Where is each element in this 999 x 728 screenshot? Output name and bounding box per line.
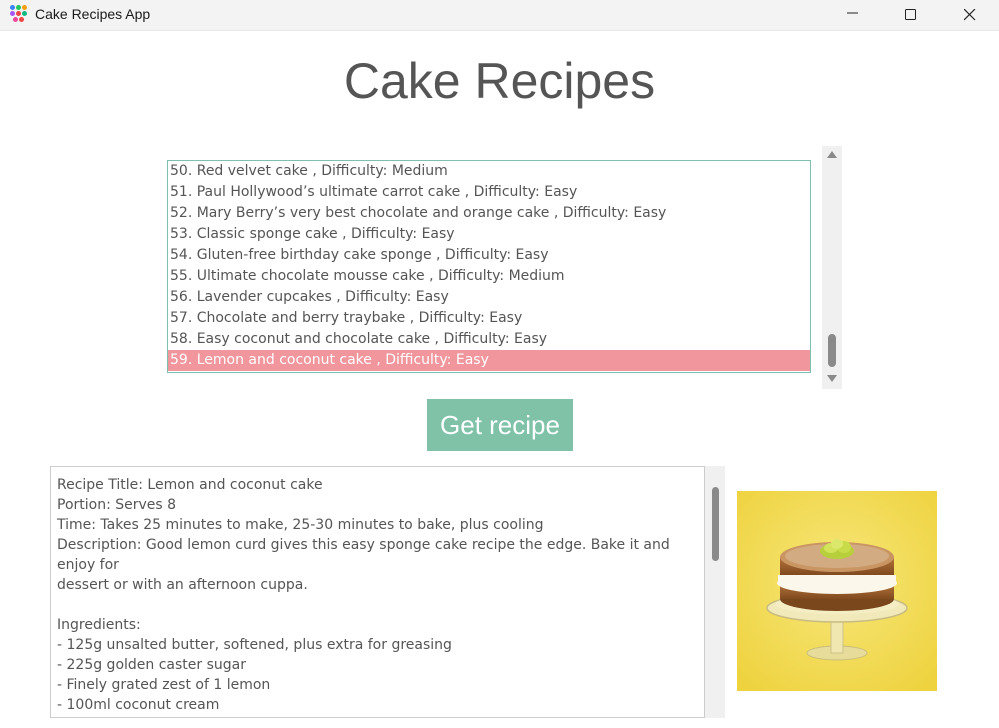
- list-item[interactable]: 59. Lemon and coconut cake , Difficulty:…: [168, 350, 810, 371]
- recipe-text-line: - 100ml coconut cream: [57, 697, 220, 713]
- recipe-text-line: Portion: Serves 8: [57, 497, 177, 513]
- window-title: Cake Recipes App: [35, 6, 151, 22]
- list-item[interactable]: 55. Ultimate chocolate mousse cake , Dif…: [168, 266, 810, 287]
- recipe-details-textbox[interactable]: Recipe Title: Lemon and coconut cake Port…: [50, 466, 705, 718]
- recipe-details-scrollbar[interactable]: [705, 466, 725, 718]
- recipe-text-line: Time: Takes 25 minutes to make, 25-30 mi…: [57, 517, 544, 533]
- recipe-list-scrollbar[interactable]: [822, 146, 842, 389]
- maximize-icon: [905, 9, 916, 20]
- list-item[interactable]: 51. Paul Hollywood’s ultimate carrot cak…: [168, 182, 810, 203]
- recipe-text-line: - 125g unsalted butter, softened, plus e…: [57, 637, 452, 653]
- recipe-listbox[interactable]: 50. Red velvet cake , Difficulty: Medium…: [167, 160, 811, 373]
- recipe-text-line: - Finely grated zest of 1 lemon: [57, 677, 271, 693]
- list-item[interactable]: 50. Red velvet cake , Difficulty: Medium: [168, 161, 810, 182]
- recipe-text-line: Ingredients:: [57, 617, 141, 633]
- recipe-text-line: [57, 595, 704, 615]
- list-item[interactable]: 57. Chocolate and berry traybake , Diffi…: [168, 308, 810, 329]
- recipe-text-line: - 4 medium eggs, beaten: [57, 715, 704, 717]
- cake-photo: [737, 491, 937, 691]
- scroll-up-arrow-icon[interactable]: [827, 151, 837, 158]
- list-item[interactable]: 58. Easy coconut and chocolate cake , Di…: [168, 329, 810, 350]
- recipe-text-line: Description: Good lemon curd gives this …: [57, 537, 675, 573]
- list-item[interactable]: 54. Gluten-free birthday cake sponge , D…: [168, 245, 810, 266]
- maximize-button[interactable]: [888, 0, 934, 31]
- window-titlebar: Cake Recipes App: [0, 0, 999, 31]
- recipe-text-line: Recipe Title: Lemon and coconut cake: [57, 477, 323, 493]
- close-icon: [964, 9, 976, 21]
- scroll-thumb[interactable]: [712, 487, 719, 561]
- recipe-text-line: - 225g golden caster sugar: [57, 657, 246, 673]
- get-recipe-button[interactable]: Get recipe: [427, 399, 573, 451]
- list-item[interactable]: 52. Mary Berry’s very best chocolate and…: [168, 203, 810, 224]
- app-icon: [10, 5, 28, 25]
- list-item[interactable]: 56. Lavender cupcakes , Difficulty: Easy: [168, 287, 810, 308]
- close-button[interactable]: [947, 0, 993, 31]
- minimize-button[interactable]: [830, 0, 876, 31]
- scroll-thumb[interactable]: [828, 334, 836, 367]
- list-item[interactable]: 53. Classic sponge cake , Difficulty: Ea…: [168, 224, 810, 245]
- recipe-text-line: dessert or with an afternoon cuppa.: [57, 577, 308, 593]
- page-title: Cake Recipes: [343, 53, 656, 109]
- scroll-down-arrow-icon[interactable]: [827, 375, 837, 382]
- minimize-icon: [847, 12, 858, 14]
